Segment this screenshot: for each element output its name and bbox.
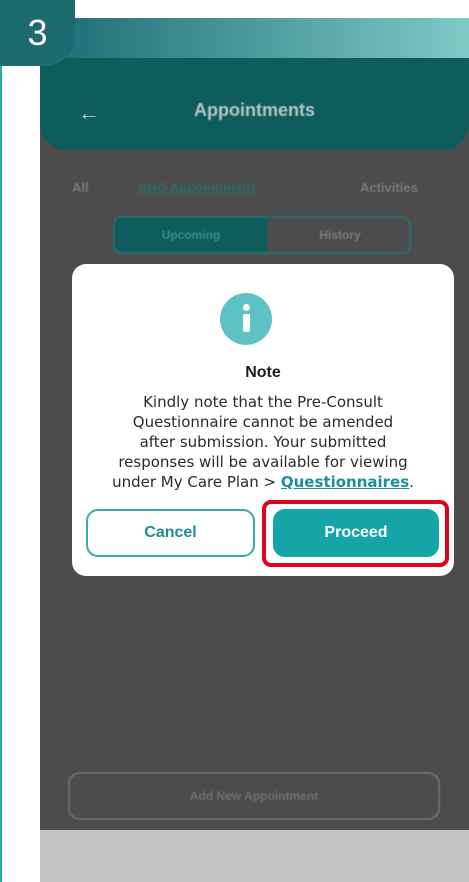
message-line: under My Care Plan > [112,473,281,491]
tab-all[interactable]: All [72,180,89,195]
dialog-message: Kindly note that the Pre-Consult Questio… [88,392,438,492]
appointment-tabs: All NHG Appointments Activities [40,180,469,204]
segment-history[interactable]: History [267,218,409,252]
dialog-title: Note [245,364,281,381]
questionnaires-link[interactable]: Questionnaires [281,473,409,491]
step-number-badge: 3 [0,0,75,66]
message-line: after submission. Your submitted [139,433,387,451]
info-icon [220,293,272,345]
upcoming-history-toggle: Upcoming History [113,216,411,254]
message-suffix: . [409,473,414,491]
cancel-button[interactable]: Cancel [86,509,255,557]
segment-upcoming[interactable]: Upcoming [115,218,267,252]
bottom-navigation-bar [40,830,469,882]
add-new-appointment-button[interactable]: Add New Appointment [68,772,440,820]
message-line: Kindly note that the Pre-Consult [143,393,383,411]
message-line-last: under My Care Plan > Questionnaires. [88,472,438,492]
message-line: responses will be available for viewing [118,453,408,471]
proceed-highlight-box [262,500,449,567]
message-line: Questionnaire cannot be amended [132,413,394,431]
step-header-band [40,18,469,58]
step-number: 3 [27,12,48,53]
tab-nhg-appointments[interactable]: NHG Appointments [138,180,257,195]
tab-activities[interactable]: Activities [360,180,418,195]
page-title: Appointments [194,100,315,120]
frame-border-left [0,40,2,882]
